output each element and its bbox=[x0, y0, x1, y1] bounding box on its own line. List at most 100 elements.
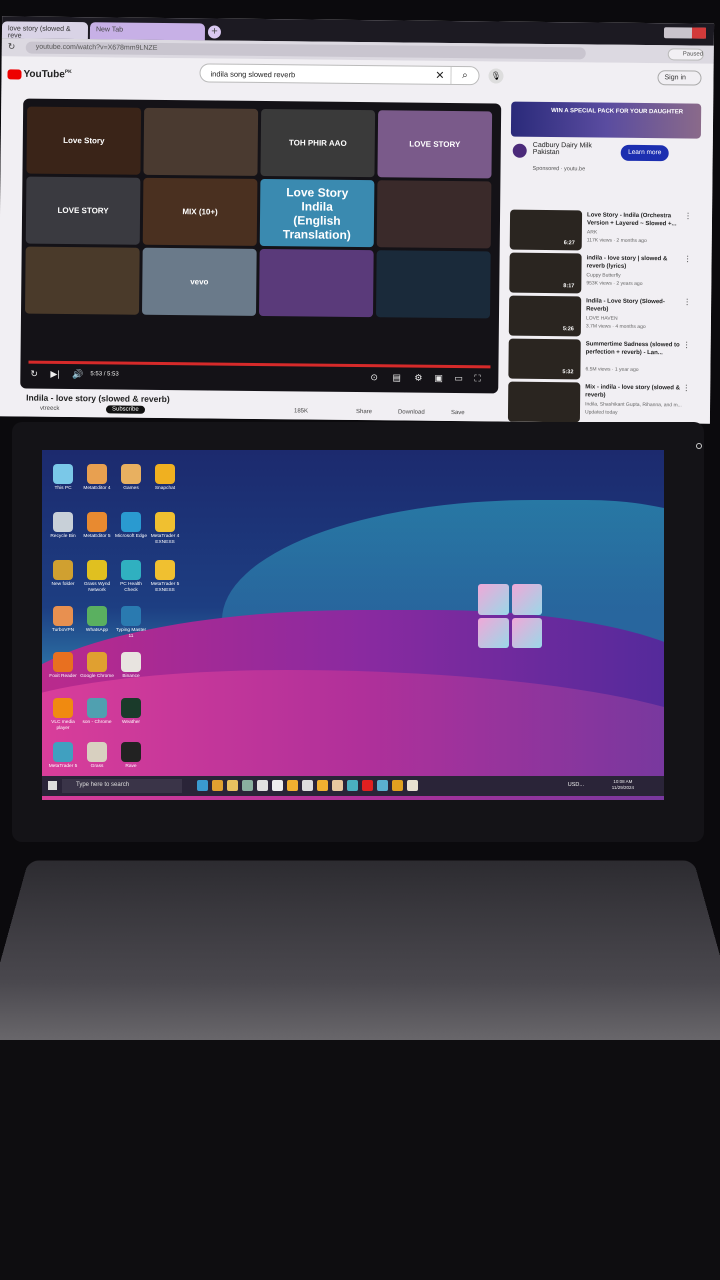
desktop-icon[interactable]: MetaTrader 4 EXNESS bbox=[148, 512, 182, 546]
ticker-widget[interactable]: USD... bbox=[568, 782, 584, 788]
desktop-icon[interactable]: Recycle Bin bbox=[46, 512, 80, 540]
desktop-icon[interactable]: Typing Master 11 bbox=[114, 606, 148, 640]
like-button[interactable]: 185K bbox=[294, 407, 308, 415]
video-player[interactable]: Love Story TOH PHIR AAO LOVE STORY LOVE STO… bbox=[20, 98, 502, 394]
more-icon[interactable]: ⋮ bbox=[684, 254, 692, 263]
end-screen-video[interactable]: LOVE STORY bbox=[25, 176, 141, 245]
desktop-icon[interactable]: MetaTrader 5 bbox=[46, 742, 80, 770]
end-screen-video[interactable]: MIX (10+) bbox=[142, 177, 258, 246]
taskbar-app-icon[interactable] bbox=[212, 780, 223, 791]
desktop-icon[interactable]: Binance bbox=[114, 652, 148, 680]
fullscreen-icon[interactable]: ⛶ bbox=[474, 373, 480, 384]
power-icon[interactable] bbox=[696, 443, 702, 449]
end-screen-video[interactable]: Love Story Indila (English Translation) bbox=[259, 178, 375, 248]
desktop-icon[interactable]: Games bbox=[114, 464, 148, 492]
clear-icon[interactable]: ✕ bbox=[435, 69, 444, 82]
desktop-icon[interactable]: WhatsApp bbox=[80, 606, 114, 634]
start-icon[interactable] bbox=[48, 781, 57, 790]
desktop-icon[interactable]: MetaEditor 4 bbox=[80, 464, 114, 492]
taskbar-app-icon[interactable] bbox=[347, 780, 358, 791]
channel-name[interactable]: vtreeck bbox=[40, 405, 59, 413]
desktop-icon[interactable]: Microsoft Edge bbox=[114, 512, 148, 540]
taskbar-app-icon[interactable] bbox=[257, 780, 268, 791]
taskbar-app-icon[interactable] bbox=[302, 780, 313, 791]
youtube-logo[interactable]: YouTubePK bbox=[7, 68, 72, 80]
taskbar-app-icon[interactable] bbox=[272, 780, 283, 791]
clock[interactable]: 10:08 AM 11/29/2024 bbox=[612, 779, 634, 791]
desktop-icon[interactable]: Snapchat bbox=[148, 464, 182, 492]
desktop-icon[interactable]: New folder bbox=[46, 560, 80, 588]
more-icon[interactable]: ⋮ bbox=[683, 297, 691, 306]
desktop-icon[interactable]: Google Chrome bbox=[80, 652, 114, 680]
download-button[interactable]: Download bbox=[398, 408, 425, 416]
end-screen-video[interactable] bbox=[375, 250, 491, 319]
desktop-icon[interactable]: Rave bbox=[114, 742, 148, 770]
related-video[interactable]: 5:32 Summertime Sadness (slowed to perfec… bbox=[508, 338, 698, 388]
save-button[interactable]: Save bbox=[451, 409, 465, 417]
desktop-icon[interactable]: Grass Wynd Network bbox=[80, 560, 114, 594]
profile-button[interactable]: Paused bbox=[667, 48, 704, 61]
desktop-icon[interactable]: Grass bbox=[80, 742, 114, 770]
close-icon[interactable] bbox=[691, 27, 707, 39]
share-button[interactable]: Share bbox=[356, 408, 372, 416]
taskbar-app-icon[interactable] bbox=[242, 780, 253, 791]
taskbar-app-icon[interactable] bbox=[332, 780, 343, 791]
related-video[interactable]: 6:27 Love Story - Indila (Orchestra Versi… bbox=[509, 209, 700, 259]
end-screen-video[interactable]: LOVE STORY bbox=[377, 110, 493, 179]
desktop-icon[interactable]: son - Chrome bbox=[80, 698, 114, 726]
mic-icon[interactable]: 🎙 bbox=[488, 68, 504, 84]
settings-icon[interactable]: ⚙ bbox=[414, 373, 422, 384]
desktop-icon[interactable]: MetaTrader 5 EXNESS bbox=[148, 560, 182, 594]
ad-banner[interactable]: WIN A SPECIAL PACK FOR YOUR DAUGHTER bbox=[510, 101, 702, 139]
end-screen-video[interactable]: TOH PHIR AAO bbox=[260, 109, 376, 178]
search-input[interactable]: indila song slowed reverb ✕ ⌕ bbox=[199, 63, 480, 86]
desktop-icon[interactable]: MetaEditor 5 bbox=[80, 512, 114, 540]
theater-icon[interactable]: ▭ bbox=[454, 373, 463, 384]
more-icon[interactable]: ⋮ bbox=[684, 211, 692, 220]
end-screen-video[interactable] bbox=[376, 180, 492, 249]
more-icon[interactable]: ⋮ bbox=[683, 340, 691, 349]
desktop-icon[interactable]: TurboVPN bbox=[46, 606, 80, 634]
related-video[interactable]: 8:17 indila - love story | slowed & rever… bbox=[509, 252, 699, 302]
taskbar-app-icon[interactable] bbox=[227, 780, 238, 791]
learn-more-button[interactable]: Learn more bbox=[620, 144, 669, 162]
progress-bar[interactable] bbox=[28, 360, 491, 369]
related-video[interactable]: 5:26 Indila - Love Story (Slowed-Reverb) L… bbox=[508, 295, 699, 345]
more-icon[interactable]: ⋮ bbox=[682, 383, 690, 392]
new-tab-button[interactable]: + bbox=[207, 25, 222, 39]
end-screen-video[interactable] bbox=[25, 246, 140, 315]
taskbar-app-icon[interactable] bbox=[287, 780, 298, 791]
replay-icon[interactable]: ↻ bbox=[30, 369, 38, 380]
video-thumbnail[interactable] bbox=[507, 381, 581, 423]
desktop-icon[interactable]: Foxit Reader bbox=[46, 652, 80, 680]
miniplayer-icon[interactable]: ▣ bbox=[434, 373, 443, 384]
end-screen-video[interactable] bbox=[258, 248, 374, 318]
taskbar-app-icon[interactable] bbox=[317, 780, 328, 791]
sign-in-button[interactable]: Sign in bbox=[657, 70, 702, 86]
window-controls[interactable] bbox=[663, 27, 707, 39]
desktop-icon[interactable]: PC Health Check bbox=[114, 560, 148, 594]
volume-icon[interactable]: 🔊 bbox=[72, 369, 83, 380]
taskbar-app-icon[interactable] bbox=[377, 780, 388, 791]
search-icon[interactable]: ⌕ bbox=[450, 66, 479, 85]
desktop-icon[interactable]: This PC bbox=[46, 464, 80, 492]
taskbar-app-icon[interactable] bbox=[362, 780, 373, 791]
end-screen-video[interactable] bbox=[143, 107, 259, 176]
desktop-icon[interactable]: VLC media player bbox=[46, 698, 80, 732]
sponsored-ad[interactable]: WIN A SPECIAL PACK FOR YOUR DAUGHTER Cad… bbox=[510, 101, 702, 216]
captions-icon[interactable]: ▤ bbox=[392, 372, 401, 383]
subscribe-button[interactable]: Subscribe bbox=[105, 405, 145, 414]
tab-youtube[interactable]: love story (slowed & reve bbox=[1, 21, 89, 39]
taskbar-app-icon[interactable] bbox=[407, 780, 418, 791]
end-screen-video[interactable]: Love Story bbox=[26, 106, 142, 175]
reload-icon[interactable]: ↻ bbox=[8, 41, 16, 52]
autoplay-toggle[interactable]: ⊙ bbox=[370, 372, 378, 383]
tab-new-tab[interactable]: New Tab bbox=[89, 22, 206, 41]
end-screen-video[interactable]: vevo bbox=[141, 247, 257, 316]
desktop-icon[interactable]: Weather bbox=[114, 698, 148, 726]
taskbar-app-icon[interactable] bbox=[197, 780, 208, 791]
next-icon[interactable]: ▶| bbox=[50, 369, 59, 380]
related-video[interactable]: Mix - indila - love story (slowed & reve… bbox=[507, 381, 698, 424]
taskbar-app-icon[interactable] bbox=[392, 780, 403, 791]
taskbar-search[interactable]: Type here to search bbox=[62, 779, 182, 793]
